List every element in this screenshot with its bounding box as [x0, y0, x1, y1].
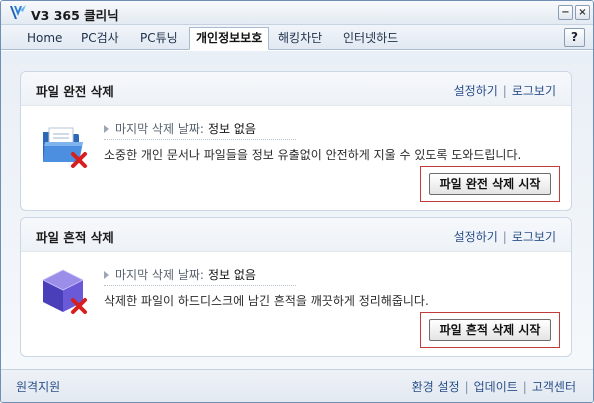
action-highlight-frame: 파일 완전 삭제 시작 — [420, 166, 560, 202]
preferences-link[interactable]: 환경 설정 — [412, 380, 460, 394]
tab-pc-tuning[interactable]: PC튜닝 — [134, 28, 184, 49]
link-separator: | — [502, 230, 507, 244]
panel-secure-delete: 파일 완전 삭제 설정하기 | 로그보기 마지막 삭제 날짜: 정보 없음 소중한 개… — [20, 71, 572, 211]
start-secure-delete-button[interactable]: 파일 완전 삭제 시작 — [429, 173, 551, 195]
last-delete-value: 정보 없음 — [207, 268, 256, 282]
tab-bar: Home PC검사 PC튜닝 개인정보보호 해킹차단 인터넷하드 ? — [1, 25, 593, 50]
bullet-arrow-icon — [104, 125, 109, 133]
minimize-button[interactable]: − — [558, 5, 573, 20]
last-delete-label: 마지막 삭제 날짜: — [115, 122, 204, 136]
panel-links: 설정하기 | 로그보기 — [454, 228, 556, 245]
v3-logo-icon — [10, 5, 26, 19]
tab-hacking-block[interactable]: 해킹차단 — [272, 28, 328, 49]
panel-description: 소중한 개인 문서나 파일들을 정보 유출없이 안전하게 지울 수 있도록 도와… — [104, 148, 522, 162]
panel-header: 파일 흔적 삭제 설정하기 | 로그보기 — [21, 218, 571, 252]
link-separator: | — [502, 84, 507, 98]
settings-link[interactable]: 설정하기 — [454, 84, 498, 98]
settings-link[interactable]: 설정하기 — [454, 230, 498, 244]
last-delete-label: 마지막 삭제 날짜: — [115, 268, 204, 282]
action-highlight-frame: 파일 흔적 삭제 시작 — [420, 312, 560, 348]
customer-center-link[interactable]: 고객센터 — [532, 380, 576, 394]
tab-privacy[interactable]: 개인정보보호 — [189, 27, 270, 50]
link-separator: | — [522, 380, 527, 394]
footer-links: 환경 설정 | 업데이트 | 고객센터 — [412, 378, 576, 395]
log-view-link[interactable]: 로그보기 — [512, 230, 556, 244]
app-window: V3 365 클리닉 − × Home PC검사 PC튜닝 개인정보보호 해킹차… — [0, 0, 594, 403]
panel-links: 설정하기 | 로그보기 — [454, 82, 556, 99]
last-delete-value: 정보 없음 — [207, 122, 256, 136]
link-separator: | — [464, 380, 469, 394]
panel-title: 파일 흔적 삭제 — [36, 230, 114, 245]
close-button[interactable]: × — [575, 5, 590, 20]
panel-header: 파일 완전 삭제 설정하기 | 로그보기 — [21, 72, 571, 106]
last-delete-date-row: 마지막 삭제 날짜: 정보 없음 — [104, 120, 296, 140]
panel-title: 파일 완전 삭제 — [36, 84, 114, 99]
start-trace-delete-button[interactable]: 파일 흔적 삭제 시작 — [429, 319, 551, 341]
panel-description: 삭제한 파일이 하드디스크에 남긴 흔적을 깨끗하게 정리해줍니다. — [104, 294, 429, 308]
tab-pc-scan[interactable]: PC검사 — [75, 28, 125, 49]
remote-support-link[interactable]: 원격지원 — [16, 378, 60, 395]
update-link[interactable]: 업데이트 — [474, 380, 518, 394]
help-button[interactable]: ? — [564, 28, 585, 47]
log-view-link[interactable]: 로그보기 — [512, 84, 556, 98]
tab-home[interactable]: Home — [21, 28, 68, 49]
footer-bar: 원격지원 환경 설정 | 업데이트 | 고객센터 — [1, 369, 593, 402]
tab-internet-hard[interactable]: 인터넷하드 — [337, 28, 404, 49]
last-delete-date-row: 마지막 삭제 날짜: 정보 없음 — [104, 266, 296, 286]
content-area: 파일 완전 삭제 설정하기 | 로그보기 마지막 삭제 날짜: 정보 없음 소중한 개… — [1, 51, 593, 369]
bullet-arrow-icon — [104, 271, 109, 279]
panel-trace-delete: 파일 흔적 삭제 설정하기 | 로그보기 마지막 삭제 날짜: 정보 없음 삭제한 파… — [20, 217, 572, 357]
folder-delete-icon — [43, 127, 87, 168]
app-title: V3 365 클리닉 — [31, 8, 119, 23]
cube-delete-icon — [42, 269, 87, 314]
title-bar[interactable]: V3 365 클리닉 − × — [1, 1, 593, 25]
